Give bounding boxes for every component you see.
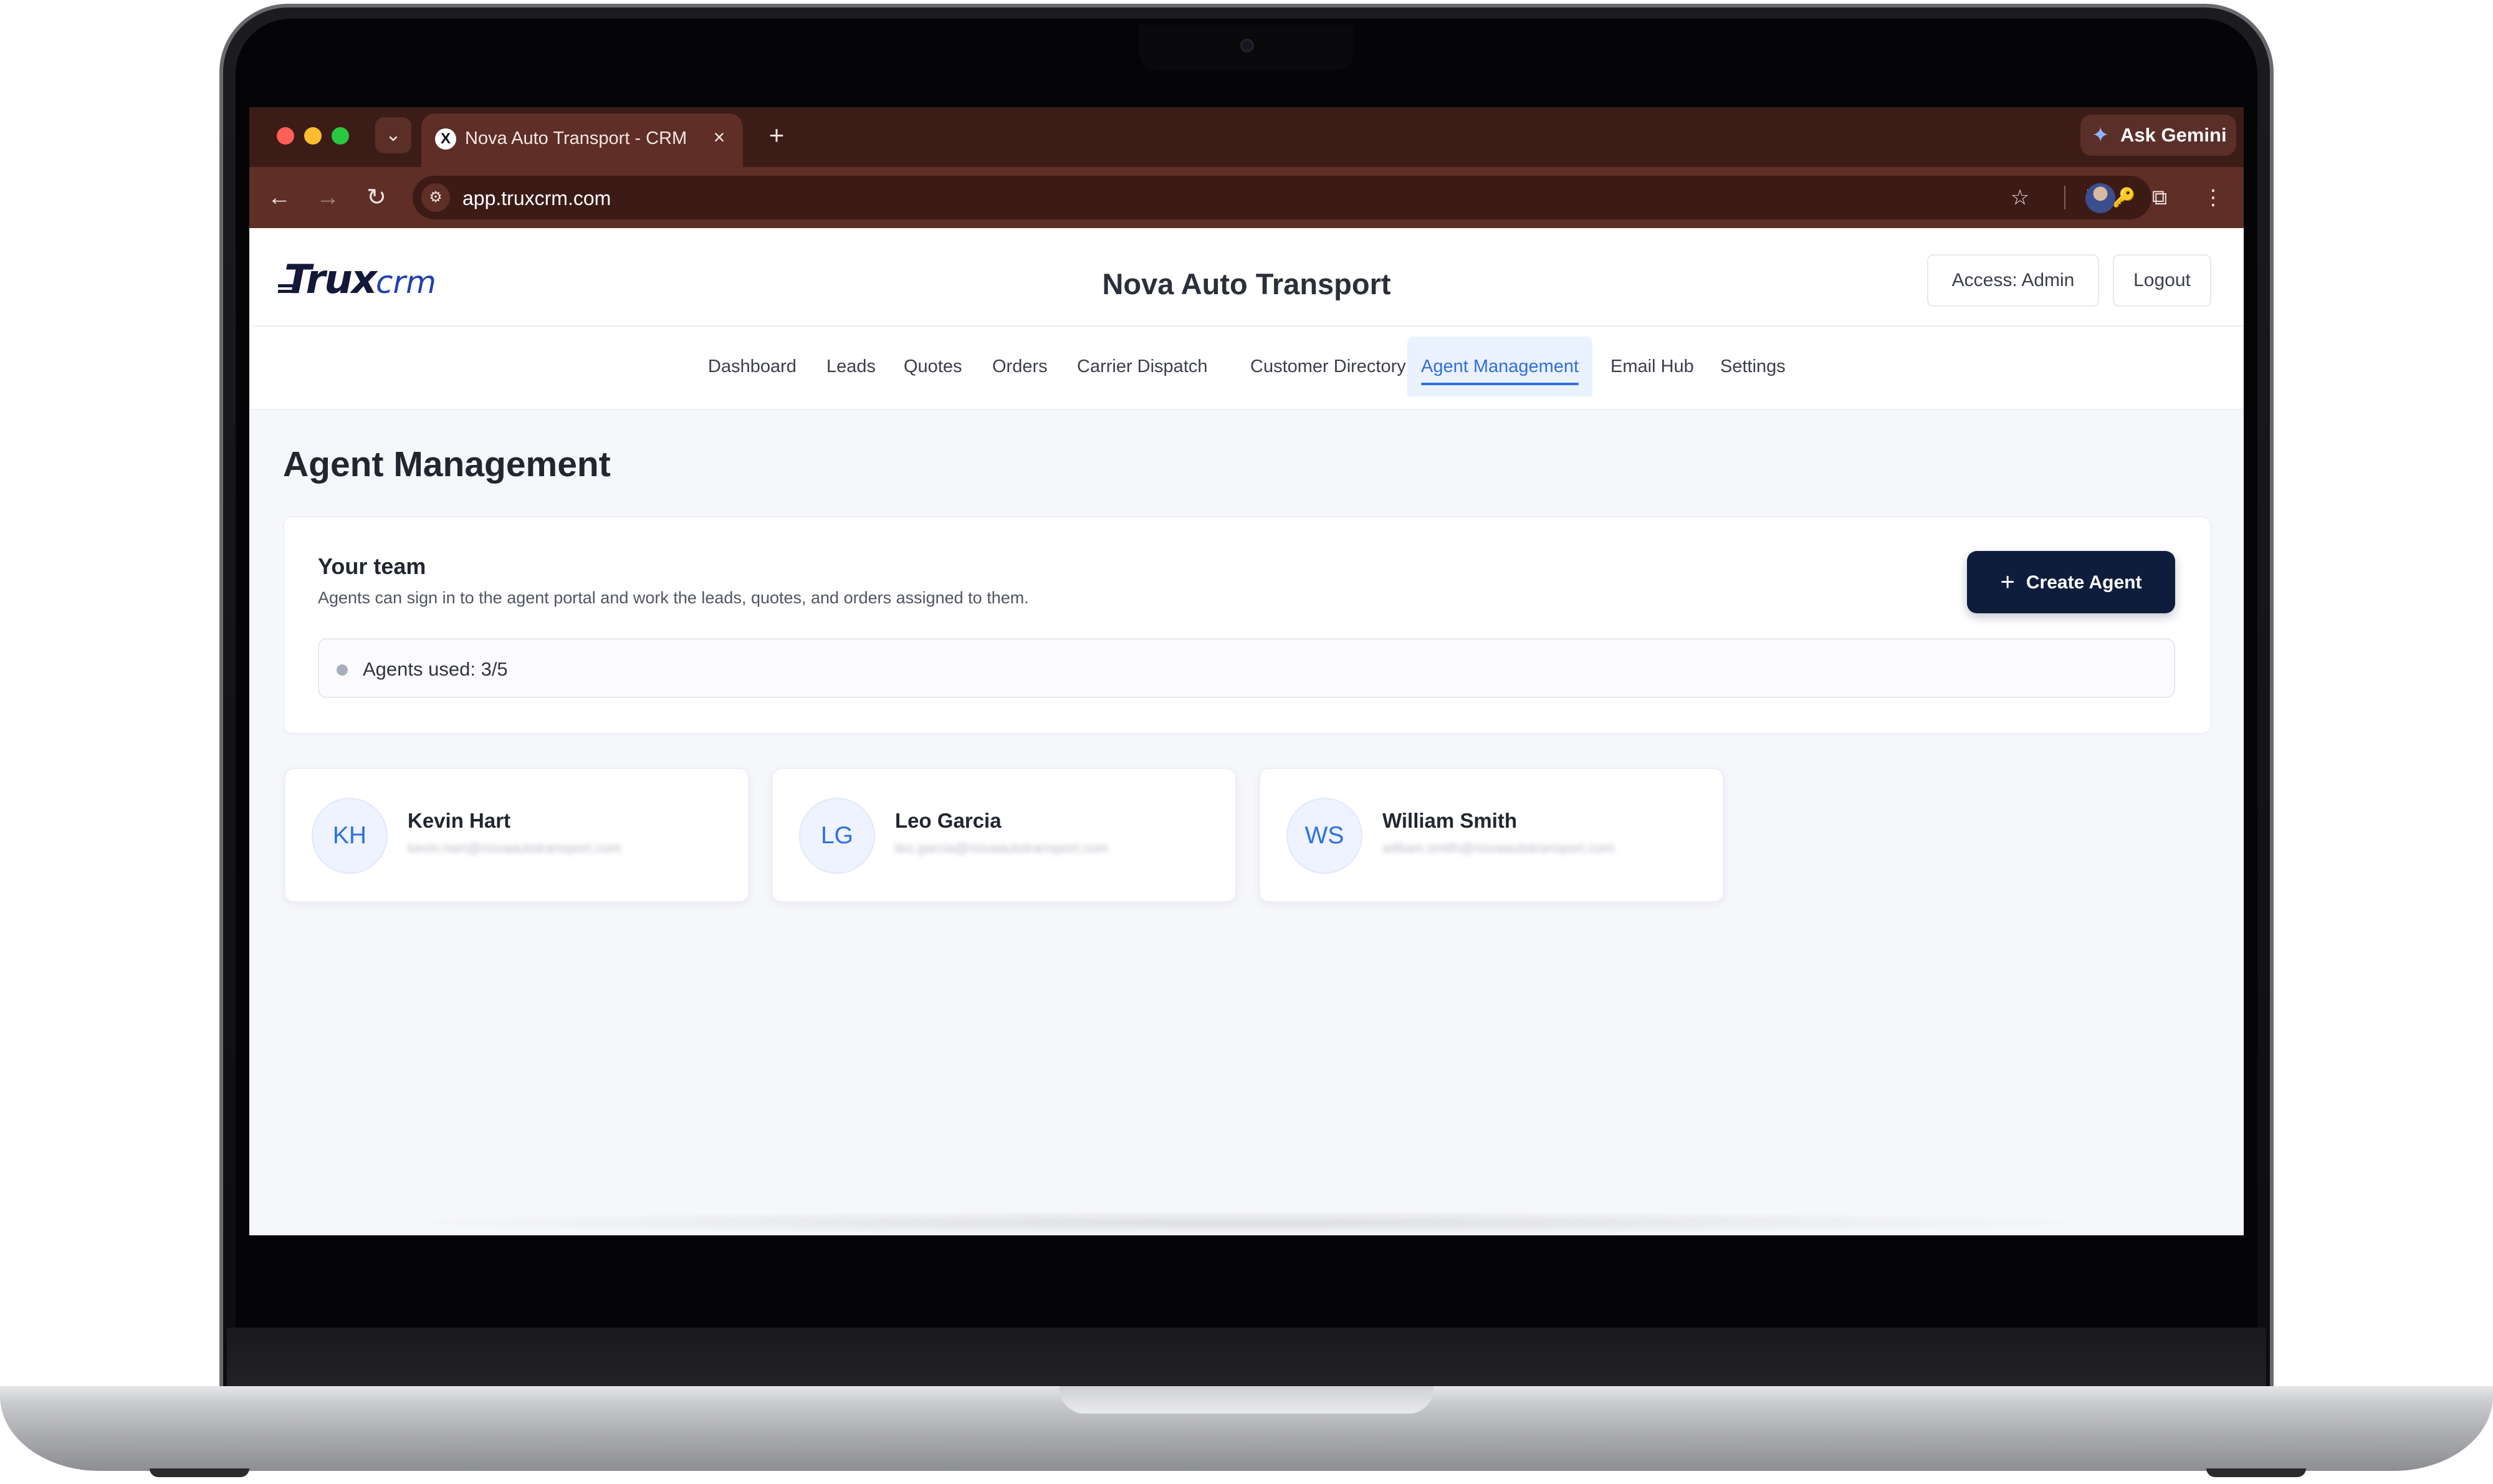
agent-name: William Smith: [1382, 809, 1518, 832]
url-text[interactable]: app.truxcrm.com: [462, 187, 611, 210]
agent-email: leo.garcia@novaautotransport.com: [895, 840, 1109, 856]
window-maximize-button[interactable]: [332, 127, 349, 145]
agent-email: kevin.hart@novaautotransport.com: [408, 840, 621, 856]
browser-toolbar: ← → ↻ ⚙ app.truxcrm.com ⎘ 🔑 ☆ ⧉ ⋮: [249, 167, 2244, 228]
laptop-foot-left: [150, 1468, 249, 1477]
nav-item-leads[interactable]: Leads: [813, 337, 889, 396]
nav-item-orders[interactable]: Orders: [979, 337, 1061, 396]
screen-bottom-shadow: [361, 1210, 2132, 1235]
tab-close-icon[interactable]: ×: [707, 125, 732, 150]
agent-card[interactable]: WS William Smith william.smith@novaautot…: [1259, 768, 1724, 902]
agent-card[interactable]: KH Kevin Hart kevin.hart@novaautotranspo…: [284, 768, 749, 902]
gemini-sparkle-icon: ✦: [2092, 123, 2110, 147]
team-title: Your team: [318, 553, 426, 579]
laptop-hinge-notch: [1060, 1386, 1433, 1414]
tab-title: Nova Auto Transport - CRM: [465, 128, 687, 148]
ask-gemini-label: Ask Gemini: [2120, 124, 2227, 146]
forward-arrow-icon[interactable]: →: [312, 182, 344, 214]
nav-item-customer-directory[interactable]: Customer Directory: [1237, 337, 1420, 396]
tab-search-chevron-icon[interactable]: ⌄: [375, 117, 411, 153]
agent-usage-bar: Agents used: 3/5: [318, 638, 2175, 698]
team-card: Your team Agents can sign in to the agen…: [283, 516, 2211, 734]
ask-gemini-button[interactable]: ✦ Ask Gemini: [2080, 115, 2236, 156]
agent-email: william.smith@novaautotransport.com: [1382, 840, 1615, 856]
screen: ⌄ X Nova Auto Transport - CRM × + ✦ Ask …: [249, 107, 2244, 1235]
camera-icon: [1240, 39, 1254, 52]
nav-item-quotes[interactable]: Quotes: [890, 337, 976, 396]
new-tab-button[interactable]: +: [759, 118, 794, 153]
main-nav: Dashboard Leads Quotes Orders Carrier Di…: [249, 327, 2244, 410]
agent-name: Kevin Hart: [408, 809, 511, 832]
agent-usage-text: Agents used: 3/5: [363, 658, 508, 680]
laptop-foot-right: [2206, 1468, 2306, 1477]
bookmark-star-icon[interactable]: ☆: [2003, 181, 2037, 214]
nav-item-dashboard[interactable]: Dashboard: [694, 337, 810, 396]
back-arrow-icon[interactable]: ←: [263, 182, 295, 214]
app-header: Truxcrm Nova Auto Transport Access: Admi…: [249, 228, 2244, 327]
page-title: Agent Management: [283, 444, 611, 484]
browser-tab-bar: ⌄ X Nova Auto Transport - CRM × + ✦ Ask …: [249, 107, 2244, 167]
plus-icon: +: [2000, 568, 2015, 596]
avatar: WS: [1286, 798, 1362, 874]
logout-button[interactable]: Logout: [2113, 254, 2211, 307]
extensions-puzzle-icon[interactable]: ⧉: [2143, 181, 2176, 214]
agent-name: Leo Garcia: [895, 809, 1002, 832]
avatar: LG: [799, 798, 875, 874]
profile-avatar[interactable]: [2085, 183, 2115, 213]
agent-card[interactable]: LG Leo Garcia leo.garcia@novaautotranspo…: [772, 768, 1237, 902]
avatar: KH: [312, 798, 388, 874]
toolbar-divider: [2064, 186, 2065, 209]
laptop-chin: [227, 1328, 2266, 1387]
create-agent-button[interactable]: + Create Agent: [1967, 551, 2175, 613]
laptop-frame: ⌄ X Nova Auto Transport - CRM × + ✦ Ask …: [0, 0, 2493, 1484]
team-description: Agents can sign in to the agent portal a…: [318, 588, 1029, 607]
nav-item-agent-management[interactable]: Agent Management: [1407, 337, 1593, 396]
window-close-button[interactable]: [277, 127, 294, 145]
tab-favicon-icon: X: [435, 128, 456, 150]
window-minimize-button[interactable]: [304, 127, 322, 145]
access-level-button[interactable]: Access: Admin: [1927, 254, 2099, 307]
site-settings-icon[interactable]: ⚙: [421, 183, 450, 212]
nav-item-settings[interactable]: Settings: [1706, 337, 1799, 396]
nav-item-carrier-dispatch[interactable]: Carrier Dispatch: [1063, 337, 1222, 396]
create-agent-label: Create Agent: [2026, 572, 2142, 593]
reload-icon[interactable]: ↻: [360, 182, 393, 214]
nav-item-email-hub[interactable]: Email Hub: [1597, 337, 1708, 396]
address-bar[interactable]: ⚙ app.truxcrm.com ⎘ 🔑: [413, 176, 2151, 219]
usage-dot-icon: [337, 664, 348, 676]
browser-menu-icon[interactable]: ⋮: [2196, 181, 2230, 214]
browser-tab-active[interactable]: X Nova Auto Transport - CRM ×: [421, 113, 743, 167]
